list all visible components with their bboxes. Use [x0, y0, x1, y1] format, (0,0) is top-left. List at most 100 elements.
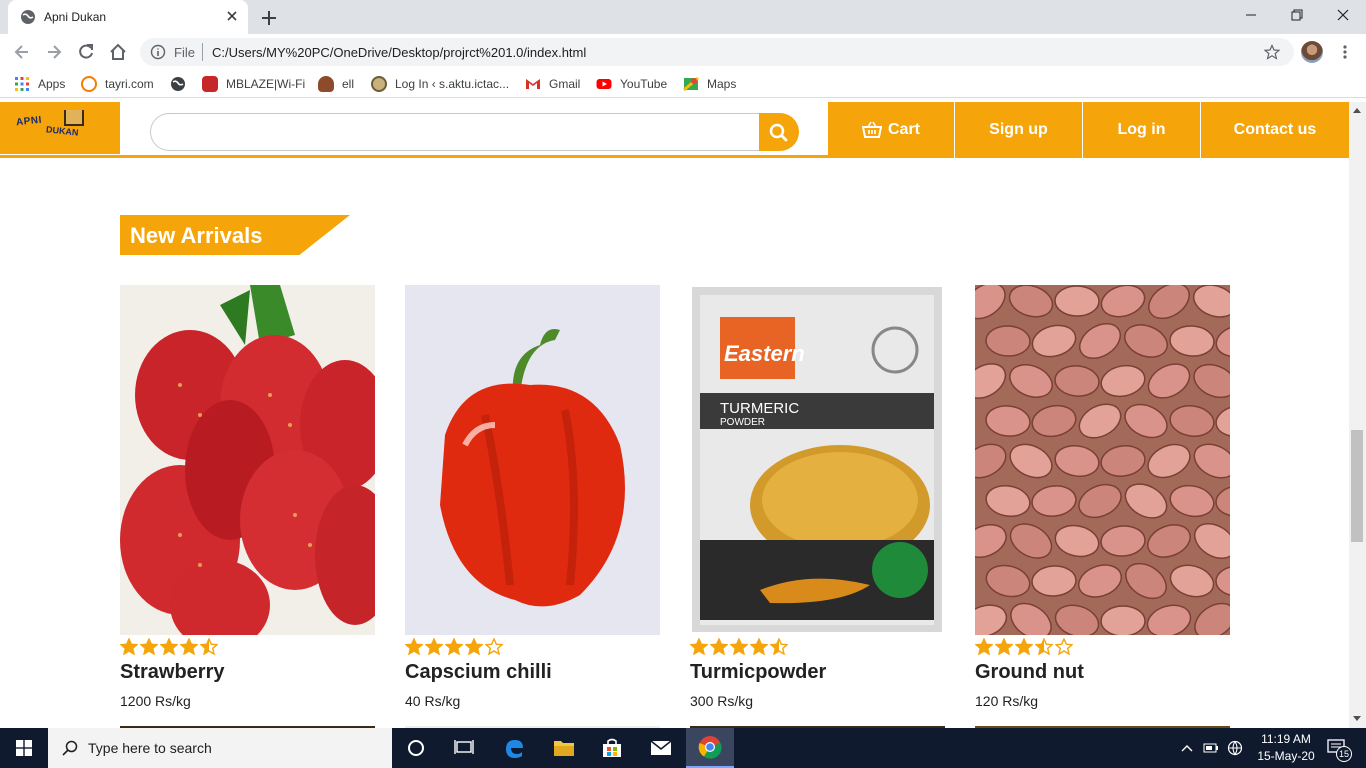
scrollbar-thumb[interactable]	[1351, 430, 1363, 542]
close-tab-icon[interactable]	[224, 8, 240, 24]
close-window-icon	[1337, 9, 1349, 21]
url-scheme-label: File	[174, 45, 195, 60]
product-card[interactable]: Eastern TURMERIC POWDER Turmicpowder 300…	[690, 285, 945, 709]
address-bar[interactable]: File C:/Users/MY%20PC/OneDrive/Desktop/p…	[140, 38, 1294, 66]
star-full-icon	[995, 638, 1013, 655]
show-hidden-icons-button[interactable]	[1176, 728, 1198, 768]
edge-taskbar-button[interactable]	[490, 728, 538, 768]
svg-text:TURMERIC: TURMERIC	[720, 400, 799, 417]
strawberry-illustration	[120, 285, 375, 635]
product-name[interactable]: Ground nut	[975, 661, 1084, 684]
youtube-icon	[596, 79, 612, 89]
taskbar-clock[interactable]: 11:19 AM 15-May-20	[1246, 731, 1326, 765]
task-view-button[interactable]	[440, 728, 488, 768]
browser-tab-strip: Apni Dukan	[0, 0, 1366, 34]
restore-icon	[1291, 9, 1303, 21]
bookmark-youtube[interactable]: YouTube	[596, 75, 667, 93]
site-search-input[interactable]	[150, 113, 760, 151]
nav-cart-link[interactable]: Cart	[828, 102, 954, 158]
site-logo[interactable]: APNI DUKAN	[0, 102, 120, 154]
back-icon[interactable]	[12, 42, 32, 62]
bookmark-gmail[interactable]: Gmail	[525, 75, 580, 93]
url-separator	[202, 43, 203, 61]
mail-button[interactable]	[637, 728, 685, 768]
site-search-button[interactable]	[759, 113, 799, 151]
scroll-down-arrow-icon[interactable]	[1353, 716, 1361, 721]
network-tray-button[interactable]	[1224, 728, 1246, 768]
bookmark-ell[interactable]: ell	[318, 75, 354, 93]
product-image-turmeric[interactable]: Eastern TURMERIC POWDER	[690, 285, 945, 635]
minimize-button[interactable]	[1228, 0, 1274, 30]
bookmarks-bar: Apps tayri.com MBLAZE|Wi-Fi ell Log In ‹…	[0, 70, 1366, 98]
taskbar-search-box[interactable]: Type here to search	[48, 728, 392, 768]
nav-login-link[interactable]: Log in	[1082, 102, 1200, 158]
cortana-button[interactable]	[392, 728, 440, 768]
windows-logo-icon	[16, 740, 32, 756]
bookmark-label: MBLAZE|Wi-Fi	[226, 77, 306, 91]
bookmark-tayri[interactable]: tayri.com	[81, 75, 154, 93]
product-image-groundnut[interactable]	[975, 285, 1230, 635]
search-icon	[62, 740, 78, 756]
chrome-taskbar-button[interactable]	[686, 728, 734, 768]
action-center-button[interactable]: 15	[1322, 728, 1354, 768]
star-full-icon	[405, 638, 423, 655]
apps-grid-icon	[15, 77, 29, 91]
clock-time: 11:19 AM	[1261, 732, 1311, 746]
star-full-icon	[750, 638, 768, 655]
battery-tray-button[interactable]	[1200, 728, 1222, 768]
rating-stars	[690, 638, 788, 655]
scroll-up-arrow-icon[interactable]	[1353, 108, 1361, 113]
page-scrollbar[interactable]	[1349, 102, 1366, 728]
search-icon	[769, 123, 788, 142]
product-name[interactable]: Strawberry	[120, 661, 225, 684]
info-icon[interactable]	[150, 44, 166, 60]
restore-button[interactable]	[1274, 0, 1320, 30]
web-page: APNI DUKAN Cart Sign up Log in Contact u…	[0, 102, 1349, 728]
product-price: 1200 Rs/kg	[120, 693, 191, 709]
groundnut-illustration	[975, 285, 1230, 635]
new-tab-icon[interactable]	[259, 8, 279, 28]
reload-icon[interactable]	[76, 42, 96, 62]
bookmark-globe[interactable]	[170, 75, 194, 93]
profile-avatar[interactable]	[1301, 41, 1323, 63]
product-name[interactable]: Capscium chilli	[405, 661, 552, 684]
forward-icon[interactable]	[44, 42, 64, 62]
nav-contact-link[interactable]: Contact us	[1200, 102, 1349, 158]
bookmark-label: Maps	[707, 77, 737, 91]
product-name[interactable]: Turmicpowder	[690, 661, 826, 684]
browser-tab[interactable]: Apni Dukan	[8, 0, 248, 34]
capsicum-illustration	[440, 329, 625, 607]
product-card[interactable]: Ground nut 120 Rs/kg	[975, 285, 1230, 709]
section-title: New Arrivals	[130, 223, 263, 248]
star-half-icon	[1035, 638, 1053, 655]
svg-text:Eastern: Eastern	[724, 341, 805, 366]
star-full-icon	[445, 638, 463, 655]
nav-cart-label: Cart	[887, 121, 920, 138]
bookmark-label: Gmail	[549, 77, 581, 91]
bookmark-apps[interactable]: Apps	[14, 75, 65, 93]
file-explorer-button[interactable]	[540, 728, 588, 768]
close-window-button[interactable]	[1320, 0, 1366, 30]
store-button[interactable]	[588, 728, 636, 768]
aktu-icon	[371, 76, 387, 92]
more-menu-icon[interactable]	[1337, 44, 1353, 60]
bookmark-star-icon[interactable]	[1264, 44, 1280, 60]
taskbar-search-placeholder: Type here to search	[88, 740, 212, 756]
bookmark-aktu[interactable]: Log In ‹ s.aktu.ictac...	[371, 75, 509, 93]
mail-envelope-icon	[650, 740, 672, 755]
star-full-icon	[140, 638, 158, 655]
bookmark-maps[interactable]: Maps	[683, 75, 736, 93]
rating-stars	[975, 638, 1073, 655]
home-icon[interactable]	[108, 42, 128, 62]
bookmark-mblaze[interactable]: MBLAZE|Wi-Fi	[202, 75, 305, 93]
cortana-circle-icon	[408, 740, 424, 756]
star-half-icon	[770, 638, 788, 655]
product-image-capsicum[interactable]	[405, 285, 660, 635]
start-button[interactable]	[0, 728, 48, 768]
url-text[interactable]: C:/Users/MY%20PC/OneDrive/Desktop/projrc…	[212, 45, 586, 60]
nav-signup-link[interactable]: Sign up	[954, 102, 1082, 158]
product-card[interactable]: Strawberry 1200 Rs/kg	[120, 285, 375, 709]
product-card[interactable]: Capscium chilli 40 Rs/kg	[405, 285, 660, 709]
star-full-icon	[975, 638, 993, 655]
product-image-strawberry[interactable]	[120, 285, 375, 635]
